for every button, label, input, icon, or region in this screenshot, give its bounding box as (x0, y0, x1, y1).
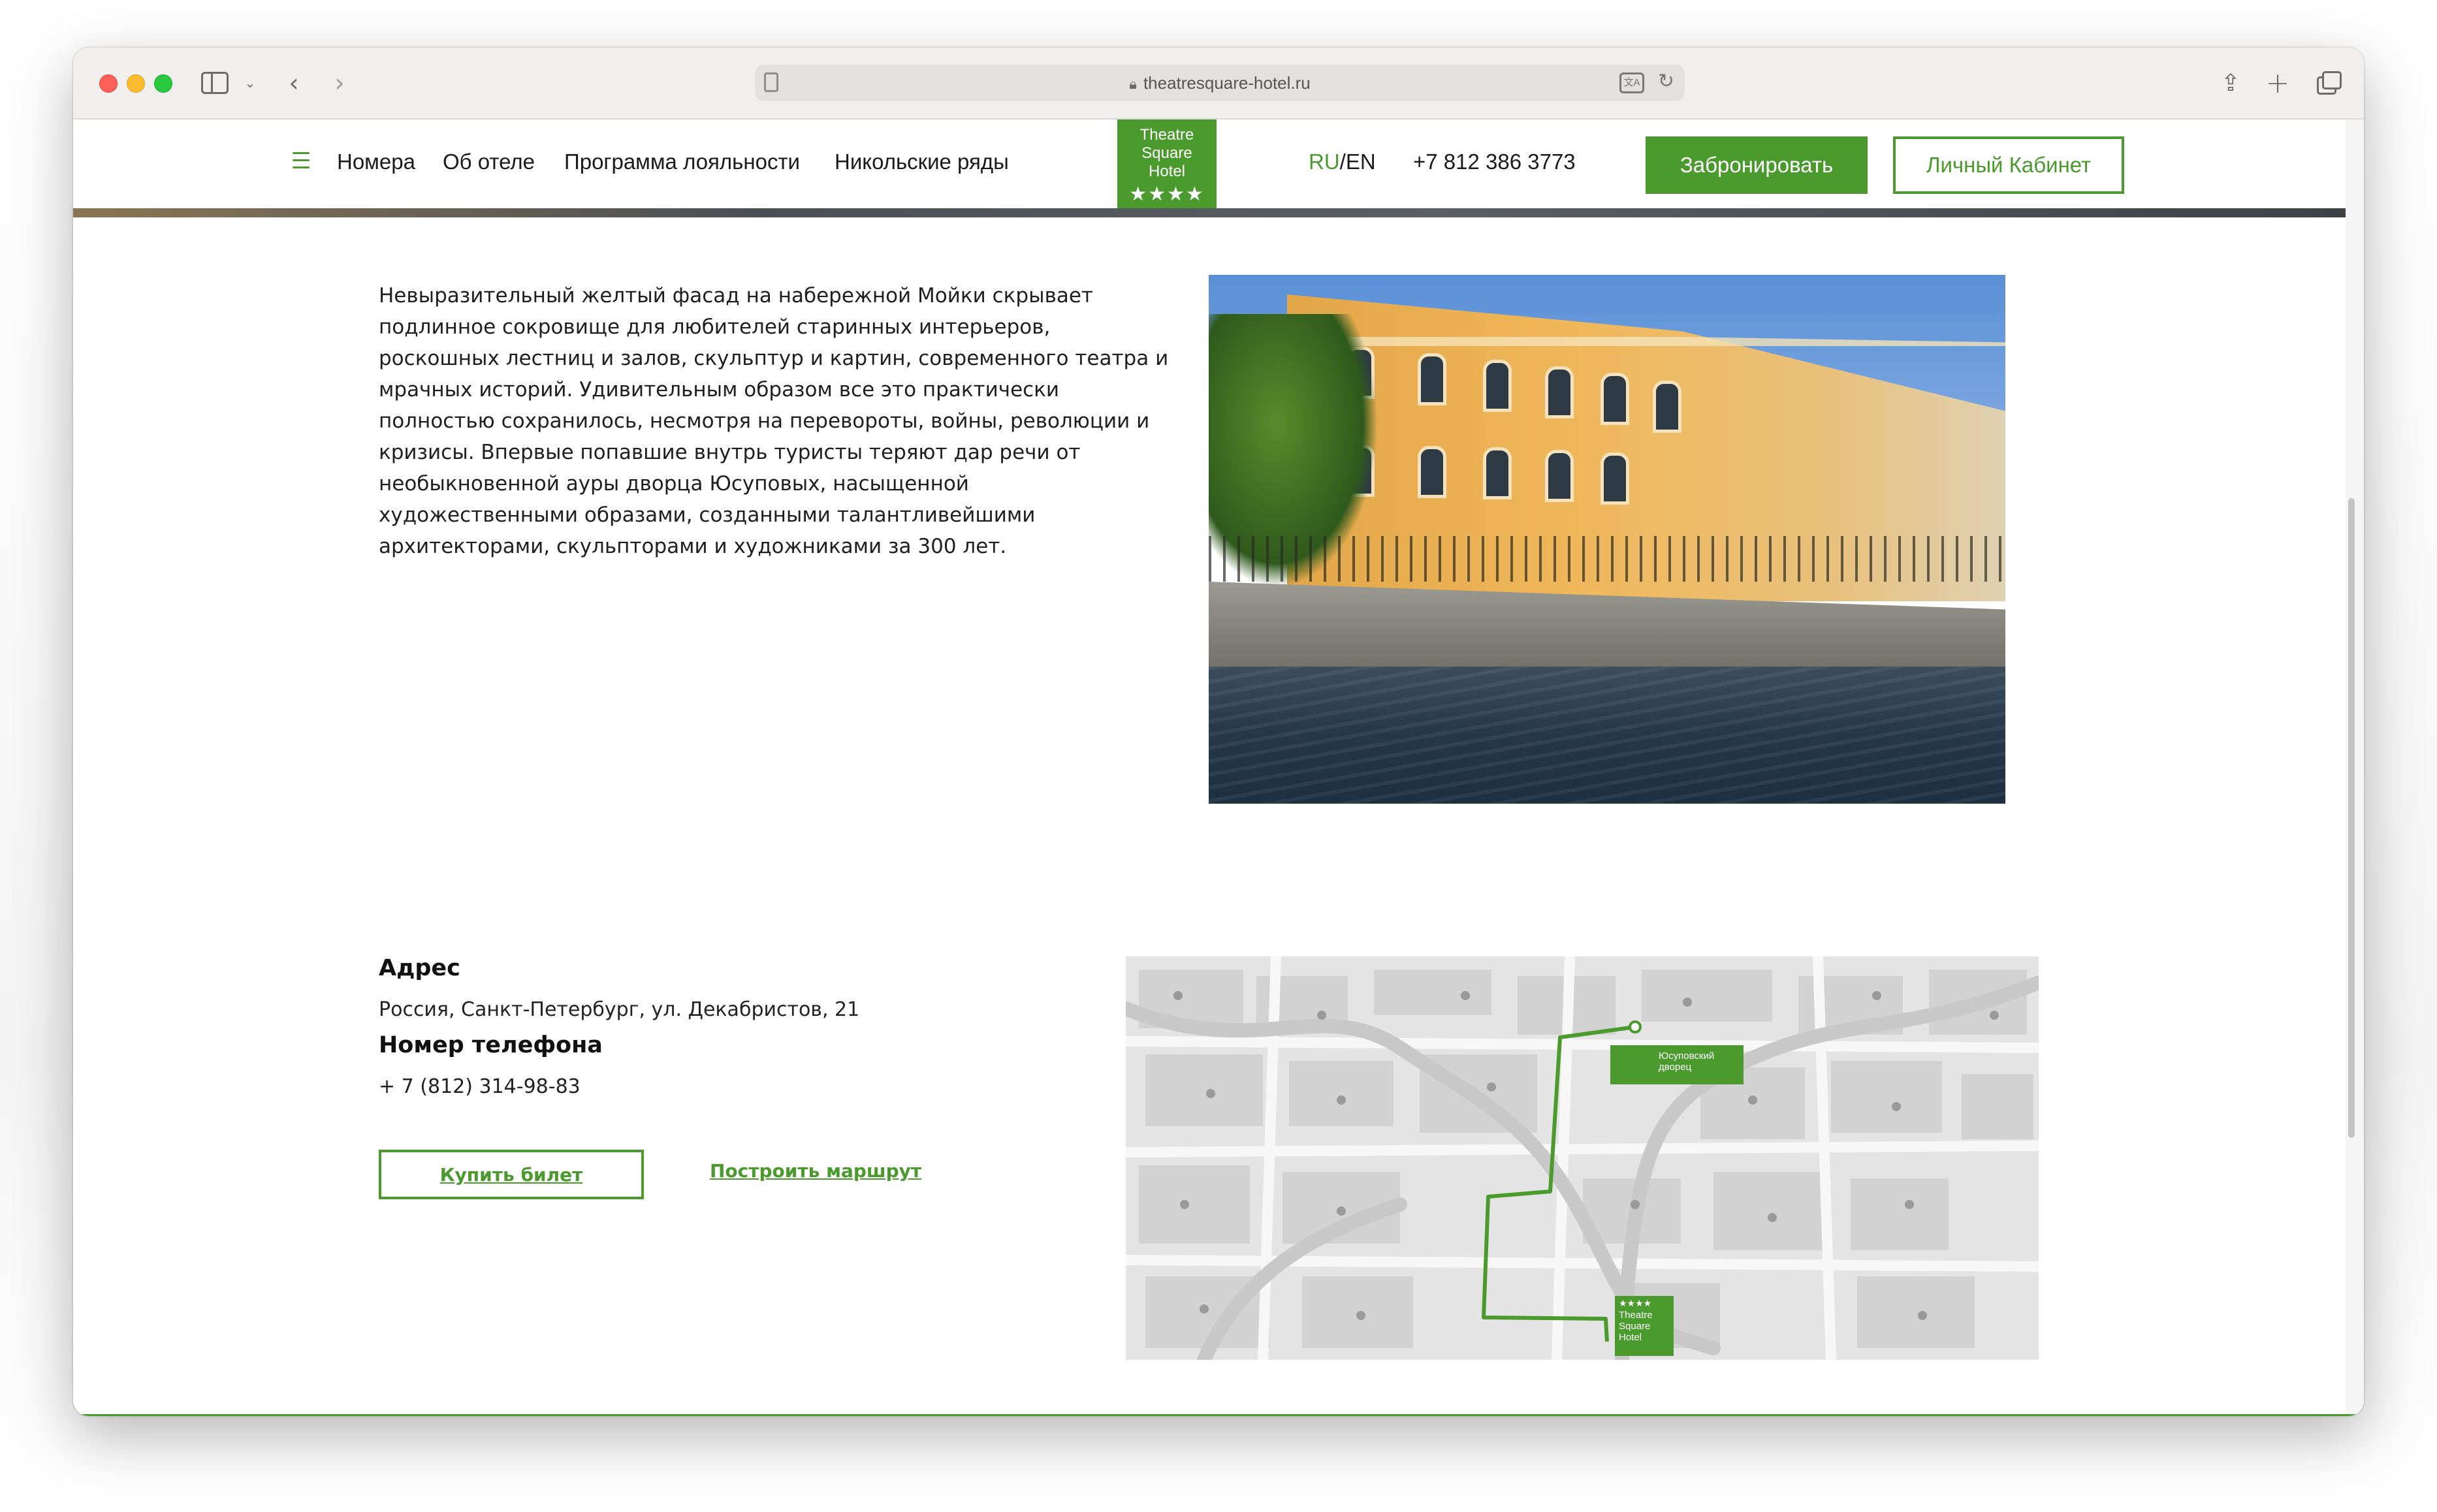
share-icon[interactable]: ⇪ (2218, 67, 2244, 99)
personal-cabinet-button[interactable]: Личный Кабинет (1893, 136, 2124, 194)
address-heading: Адрес (379, 955, 460, 981)
language-switcher[interactable]: RU/EN (1309, 150, 1376, 174)
header-phone[interactable]: +7 812 386 3773 (1413, 150, 1576, 174)
palace-map-marker[interactable]: Юсуповский дворец (1610, 1045, 1744, 1084)
reload-icon[interactable]: ↻ (1658, 70, 1674, 93)
book-button[interactable]: Забронировать (1646, 136, 1868, 194)
translate-icon[interactable]: 文A (1619, 72, 1644, 93)
nav-item-loyalty[interactable]: Программа лояльности (564, 150, 800, 174)
nav-item-about[interactable]: Об отеле (443, 150, 535, 174)
minimize-window-button[interactable] (127, 74, 145, 93)
palace-description: Невыразительный желтый фасад на набережн… (379, 284, 1169, 558)
hero-image-edge (73, 208, 2346, 217)
tab-overview-icon[interactable] (2313, 67, 2342, 99)
nav-item-rooms[interactable]: Номера (337, 150, 415, 174)
web-page: Номера Об отеле Программа лояльности Ник… (73, 119, 2364, 1416)
back-arrow-icon[interactable]: ‹ (281, 67, 307, 99)
scrollbar-thumb[interactable] (2348, 498, 2355, 1138)
browser-window: ⌄ ‹ › 🔒︎ theatresquare-hotel.ru 文A ↻ ⇪ + … (73, 48, 2364, 1416)
url-text: theatresquare-hotel.ru (1143, 73, 1311, 93)
address-value: Россия, Санкт-Петербург, ул. Декабристов… (379, 998, 860, 1021)
forward-arrow-icon[interactable]: › (327, 67, 353, 99)
build-route-link[interactable]: Построить маршрут (710, 1160, 921, 1182)
lang-en[interactable]: /EN (1340, 150, 1376, 174)
map-streets (1126, 956, 2039, 1360)
star-rating-icon: ★★★★ (1129, 183, 1205, 206)
address-bar[interactable]: 🔒︎ theatresquare-hotel.ru 文A ↻ (755, 65, 1685, 101)
route-map[interactable]: Юсуповский дворец ★★★★ Theatre Square Ho… (1126, 956, 2039, 1360)
menu-icon[interactable] (293, 152, 310, 174)
lang-ru[interactable]: RU (1309, 150, 1340, 174)
hotel-stars-icon: ★★★★ (1619, 1299, 1652, 1309)
phone-value[interactable]: + 7 (812) 314-98-83 (379, 1075, 581, 1098)
browser-toolbar: ⌄ ‹ › 🔒︎ theatresquare-hotel.ru 文A ↻ ⇪ + (73, 48, 2364, 119)
yusupov-palace-photo (1209, 275, 2005, 804)
buy-ticket-button[interactable]: Купить билет (379, 1150, 644, 1199)
zoom-window-button[interactable] (154, 74, 172, 93)
hotel-map-marker[interactable]: ★★★★ Theatre Square Hotel (1615, 1296, 1674, 1356)
new-tab-icon[interactable]: + (2265, 67, 2291, 100)
hotel-logo[interactable]: Theatre Square Hotel ★★★★ (1117, 119, 1217, 216)
nav-item-nikolskie[interactable]: Никольские ряды (835, 150, 1009, 174)
chevron-down-icon[interactable]: ⌄ (242, 67, 259, 99)
lock-icon: 🔒︎ (1129, 76, 1137, 92)
sidebar-toggle-icon[interactable] (200, 67, 229, 99)
close-window-button[interactable] (99, 74, 118, 93)
site-header: Номера Об отеле Программа лояльности Ник… (73, 119, 2346, 216)
phone-heading: Номер телефона (379, 1032, 603, 1058)
site-footer (73, 1414, 2364, 1416)
